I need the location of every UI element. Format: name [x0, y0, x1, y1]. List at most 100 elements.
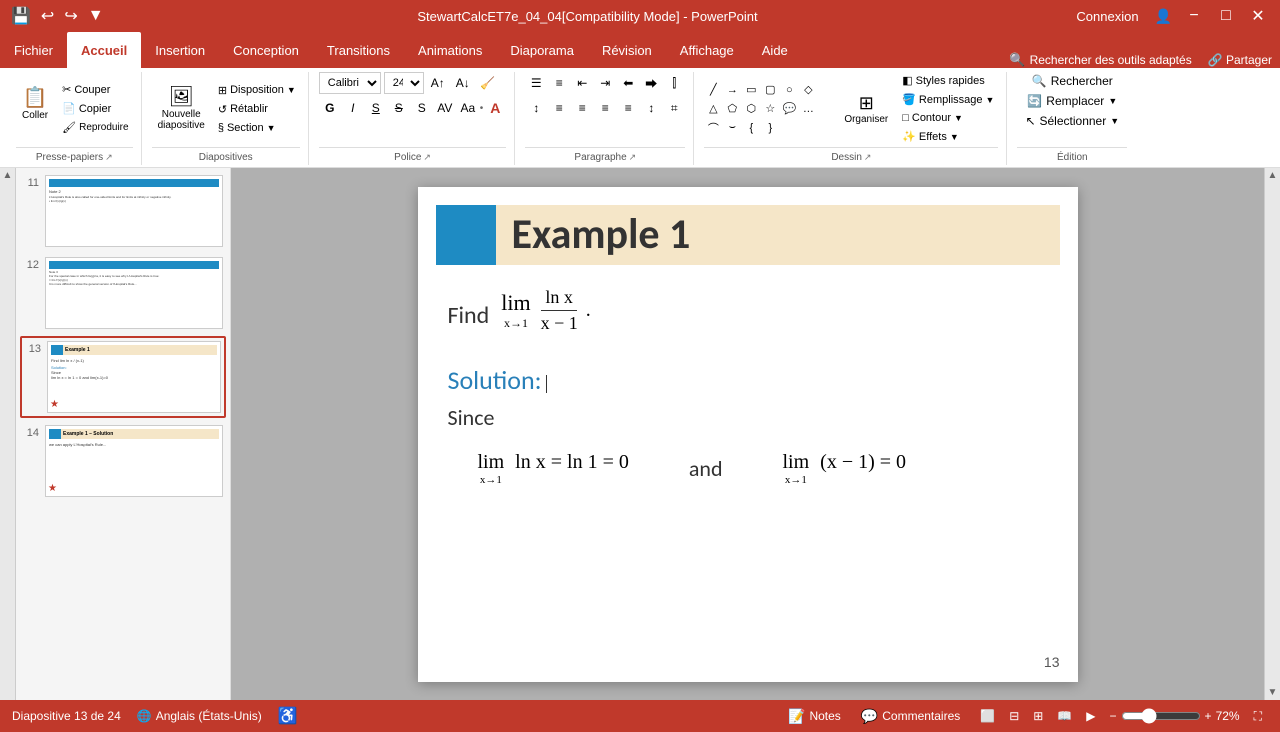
maximize-button[interactable]: □ — [1212, 2, 1240, 30]
nouvelle-diapositive-button[interactable]: 🖼 Nouvelle diapositive — [152, 83, 211, 135]
ltr-button[interactable]: ⮕ — [640, 72, 662, 94]
search-tools-label[interactable]: Rechercher des outils adaptés — [1030, 53, 1192, 67]
reproduire-button[interactable]: 🖌Reproduire — [58, 119, 132, 136]
zoom-level-label[interactable]: 72% — [1216, 709, 1240, 723]
rechercher-button[interactable]: 🔍 Rechercher — [1024, 72, 1121, 90]
columns-button[interactable]: ⫿ — [663, 72, 685, 94]
clear-format-button[interactable]: 🧹 — [477, 72, 499, 94]
find-expression[interactable]: Find lim x→1 ln x x − 1 . — [448, 287, 1048, 334]
shape-more[interactable]: … — [799, 100, 817, 118]
redo-icon[interactable]: ↪ — [61, 4, 80, 28]
justify-button[interactable]: ≡ — [617, 97, 639, 119]
save-icon[interactable]: 💾 — [8, 4, 34, 28]
slide-body[interactable]: Find lim x→1 ln x x − 1 . Solution: — [448, 277, 1048, 652]
shape-line[interactable]: ╱ — [704, 81, 722, 99]
font-size-select[interactable]: 24 — [384, 72, 424, 94]
shape-diamond[interactable]: ◇ — [799, 81, 817, 99]
shape-callout[interactable]: 💬 — [780, 100, 798, 118]
remplacer-button[interactable]: 🔄 Remplacer ▼ — [1019, 92, 1125, 110]
math-equations-row[interactable]: lim x→1 ln x = ln 1 = 0 and lim x→1 — [478, 451, 1048, 486]
shape-s1[interactable]: ⌒ — [704, 119, 722, 137]
styles-rapides-button[interactable]: ◧ Styles rapides — [898, 72, 998, 89]
slide-thumb-11[interactable]: 11 Note 2 L'Hospital's Rule is also call… — [20, 172, 226, 250]
organiser-button[interactable]: ⊞ Organiser — [838, 89, 894, 129]
zoom-slider[interactable] — [1121, 708, 1201, 724]
shape-hex[interactable]: ⬡ — [742, 100, 760, 118]
effets-button[interactable]: ✨ Effets ▼ — [898, 128, 998, 145]
slide-title-bar[interactable]: Example 1 — [436, 205, 1060, 265]
right-scroll-down[interactable]: ▼ — [1266, 685, 1280, 700]
accessibility-icon[interactable]: ♿ — [278, 706, 298, 726]
tab-revision[interactable]: Révision — [588, 32, 666, 68]
decrease-indent-button[interactable]: ⇤ — [571, 72, 593, 94]
right-scroll-up[interactable]: ▲ — [1266, 168, 1280, 183]
notes-button[interactable]: 📝 Notes — [782, 706, 847, 727]
zoom-in-icon[interactable]: + — [1205, 709, 1212, 723]
remplissage-button[interactable]: 🪣 Remplissage ▼ — [898, 91, 998, 108]
since-text-container[interactable]: Since — [448, 404, 1048, 431]
tab-fichier[interactable]: Fichier — [0, 32, 67, 68]
underline-button[interactable]: S — [365, 97, 387, 119]
shape-s2[interactable]: ⌣ — [723, 119, 741, 137]
contour-button[interactable]: □ Contour ▼ — [898, 110, 998, 126]
decrease-font-button[interactable]: A↓ — [452, 72, 474, 94]
customize-qat-icon[interactable]: ▼ — [85, 5, 107, 27]
view-slideshow-button[interactable]: ▶ — [1080, 707, 1101, 725]
shape-arrow[interactable]: → — [723, 81, 741, 99]
scroll-up-icon[interactable]: ▲ — [1, 168, 15, 183]
spacing-button[interactable]: AV — [434, 97, 456, 119]
tab-insertion[interactable]: Insertion — [141, 32, 219, 68]
shape-rounded-rect[interactable]: ▢ — [761, 81, 779, 99]
bullets-button[interactable]: ☰ — [525, 72, 547, 94]
increase-font-button[interactable]: A↑ — [427, 72, 449, 94]
minimize-button[interactable]: − — [1180, 2, 1208, 30]
tab-aide[interactable]: Aide — [748, 32, 802, 68]
search-tools-icon[interactable]: 🔍 — [1009, 52, 1025, 68]
comments-button[interactable]: 💬 Commentaires — [855, 706, 966, 727]
zoom-out-icon[interactable]: − — [1110, 709, 1117, 723]
shape-circle[interactable]: ○ — [780, 81, 798, 99]
smartart-button[interactable]: ⌗ — [663, 97, 685, 119]
slide-editing-area[interactable]: Example 1 Find lim x→1 ln x x − 1 . — [231, 168, 1264, 700]
presse-papiers-expand-icon[interactable]: ↗ — [105, 152, 113, 163]
dessin-expand-icon[interactable]: ↗ — [864, 152, 872, 163]
line-spacing-button[interactable]: ↕ — [640, 97, 662, 119]
tab-affichage[interactable]: Affichage — [666, 32, 748, 68]
italic-button[interactable]: I — [342, 97, 364, 119]
view-slidesorter-button[interactable]: ⊞ — [1027, 707, 1049, 725]
view-reading-button[interactable]: 📖 — [1051, 707, 1078, 725]
font-color-button[interactable]: A — [484, 97, 506, 119]
shadow-button[interactable]: S — [411, 97, 433, 119]
police-expand-icon[interactable]: ↗ — [423, 152, 431, 163]
shape-triangle[interactable]: △ — [704, 100, 722, 118]
couper-button[interactable]: ✂Couper — [58, 81, 132, 98]
shape-pentagon[interactable]: ⬠ — [723, 100, 741, 118]
section-button[interactable]: § Section ▼ — [214, 120, 300, 136]
bold-button[interactable]: G — [319, 97, 341, 119]
numbered-list-button[interactable]: ≡ — [548, 72, 570, 94]
rtl-button[interactable]: ⬅ — [617, 72, 639, 94]
view-outline-button[interactable]: ⊟ — [1003, 707, 1025, 725]
close-button[interactable]: ✕ — [1244, 2, 1272, 30]
align-left-button[interactable]: ≡ — [548, 97, 570, 119]
language-status[interactable]: 🌐 Anglais (États-Unis) — [137, 709, 262, 723]
fit-slide-button[interactable]: ⛶ — [1248, 707, 1268, 726]
disposition-button[interactable]: ⊞ Disposition ▼ — [214, 82, 300, 99]
shape-s4[interactable]: } — [761, 119, 779, 137]
tab-diaporama[interactable]: Diaporama — [496, 32, 588, 68]
undo-icon[interactable]: ↩ — [38, 4, 57, 28]
align-right-button[interactable]: ≡ — [594, 97, 616, 119]
tab-accueil[interactable]: Accueil — [67, 32, 141, 68]
shape-star[interactable]: ☆ — [761, 100, 779, 118]
slide-thumb-13[interactable]: 13 Example 1 Find lim ln x / (x-1) Solut… — [20, 336, 226, 418]
tab-animations[interactable]: Animations — [404, 32, 496, 68]
solution-label-container[interactable]: Solution: — [448, 364, 1048, 396]
tab-transitions[interactable]: Transitions — [313, 32, 404, 68]
slide-thumb-14[interactable]: 14 Example 1 – Solution we can apply L'H… — [20, 422, 226, 500]
selectionner-button[interactable]: ↖ Sélectionner ▼ — [1017, 112, 1127, 130]
tab-conception[interactable]: Conception — [219, 32, 313, 68]
slide-thumb-12[interactable]: 12 Note 3 For the special case in which … — [20, 254, 226, 332]
slide-canvas[interactable]: Example 1 Find lim x→1 ln x x − 1 . — [418, 187, 1078, 682]
center-button[interactable]: ≡ — [571, 97, 593, 119]
copier-button[interactable]: 📄Copier — [58, 100, 132, 117]
